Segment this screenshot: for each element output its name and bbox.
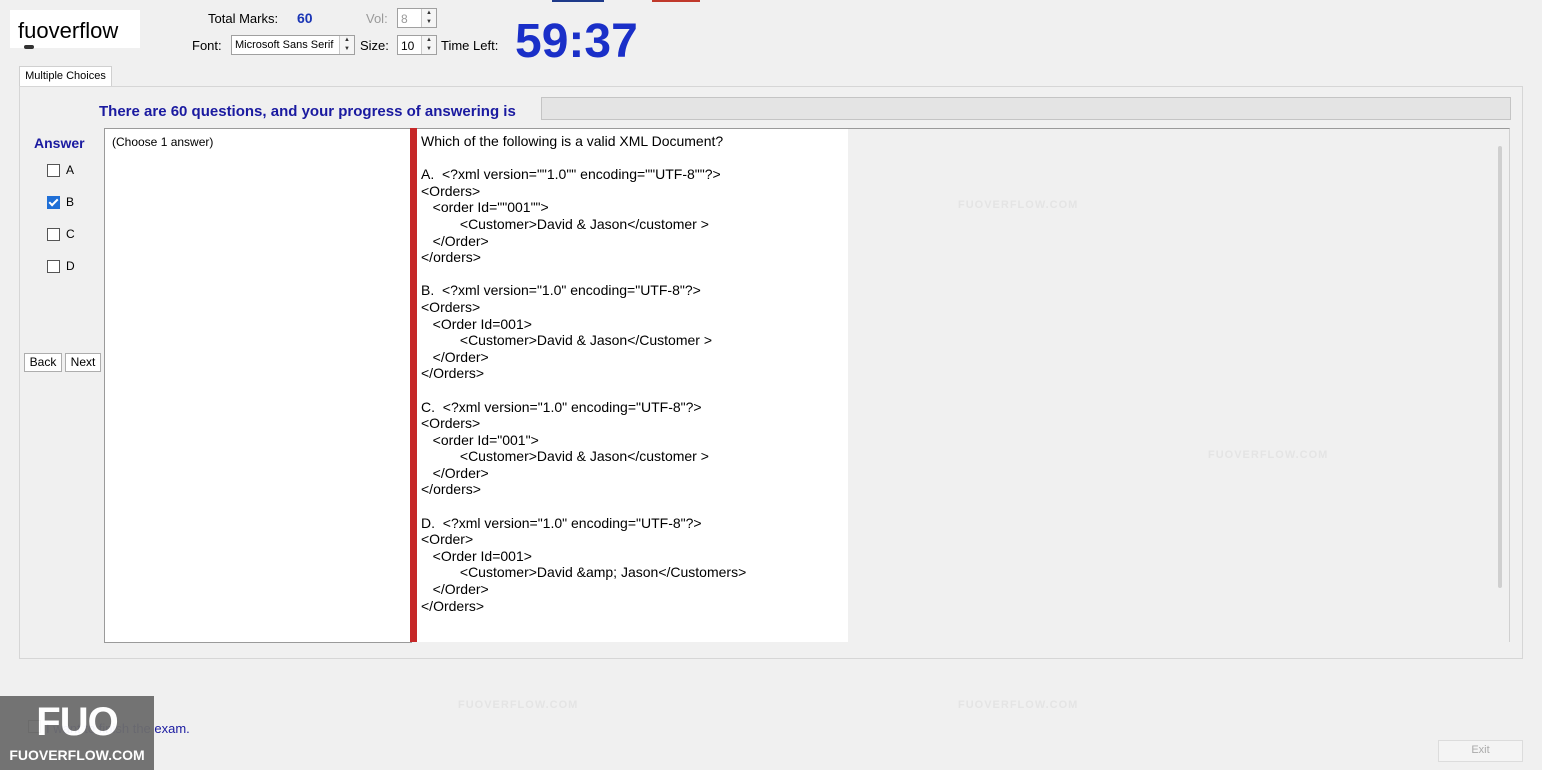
watermark: FUOVERFLOW.COM xyxy=(958,199,1079,211)
option-label: A xyxy=(66,163,75,177)
down-arrow-icon[interactable]: ▼ xyxy=(422,45,436,54)
vol-label: Vol: xyxy=(366,11,388,26)
size-value: 10 xyxy=(401,39,415,53)
question-pane: Which of the following is a valid XML Do… xyxy=(417,128,848,642)
vol-stepper-buttons[interactable]: ▲ ▼ xyxy=(421,9,436,27)
up-arrow-icon[interactable]: ▲ xyxy=(422,36,436,45)
size-stepper[interactable]: 10 ▲ ▼ xyxy=(397,35,437,55)
total-marks-value: 60 xyxy=(297,10,313,26)
size-label: Size: xyxy=(360,38,389,53)
font-value: Microsoft Sans Serif xyxy=(235,39,334,51)
question-text: Which of the following is a valid XML Do… xyxy=(421,133,747,614)
exit-button[interactable]: Exit xyxy=(1438,740,1523,762)
font-stepper-buttons[interactable]: ▲ ▼ xyxy=(339,36,354,54)
font-label: Font: xyxy=(192,38,222,53)
logo-text: FUOVERFLOW.COM xyxy=(9,747,145,763)
image-pane xyxy=(848,128,1510,642)
progress-label: There are 60 questions, and your progres… xyxy=(99,103,516,120)
time-left-label: Time Left: xyxy=(441,38,499,53)
vol-value: 8 xyxy=(401,12,408,26)
checkbox[interactable] xyxy=(47,228,60,241)
option-label: D xyxy=(66,259,75,273)
total-marks-label: Total Marks: xyxy=(208,11,279,26)
checkbox-checked[interactable] xyxy=(47,196,60,209)
tab-multiple-choices[interactable]: Multiple Choices xyxy=(19,66,112,88)
watermark: FUOVERFLOW.COM xyxy=(1208,449,1329,461)
back-button[interactable]: Back xyxy=(24,353,62,372)
progress-bar xyxy=(541,97,1511,120)
option-label: C xyxy=(66,227,75,241)
up-arrow-icon[interactable]: ▲ xyxy=(340,36,354,45)
answer-heading: Answer xyxy=(34,135,85,151)
top-strip-blue xyxy=(552,0,604,2)
font-stepper[interactable]: Microsoft Sans Serif ▲ ▼ xyxy=(231,35,355,55)
brand-name: fuoverflow xyxy=(18,18,119,43)
vol-stepper[interactable]: 8 ▲ ▼ xyxy=(397,8,437,28)
logo: FUO FUOVERFLOW.COM xyxy=(0,696,154,770)
up-arrow-icon[interactable]: ▲ xyxy=(422,9,436,18)
time-left-value: 59:37 xyxy=(515,15,638,68)
pane-splitter[interactable] xyxy=(410,128,417,642)
answer-pane: (Choose 1 answer) xyxy=(104,128,412,643)
down-arrow-icon[interactable]: ▼ xyxy=(340,45,354,54)
down-arrow-icon[interactable]: ▼ xyxy=(422,18,436,27)
logo-mark: FUO xyxy=(36,700,118,744)
size-stepper-buttons[interactable]: ▲ ▼ xyxy=(421,36,436,54)
top-strip-red xyxy=(652,0,700,2)
checkbox[interactable] xyxy=(47,260,60,273)
brand-mark xyxy=(24,45,34,49)
watermark: FUOVERFLOW.COM xyxy=(458,699,579,711)
checkbox[interactable] xyxy=(47,164,60,177)
answer-hint: (Choose 1 answer) xyxy=(112,135,214,149)
next-button[interactable]: Next xyxy=(65,353,101,372)
option-label: B xyxy=(66,195,75,209)
vertical-scrollbar[interactable] xyxy=(1498,146,1502,588)
watermark: FUOVERFLOW.COM xyxy=(958,699,1079,711)
